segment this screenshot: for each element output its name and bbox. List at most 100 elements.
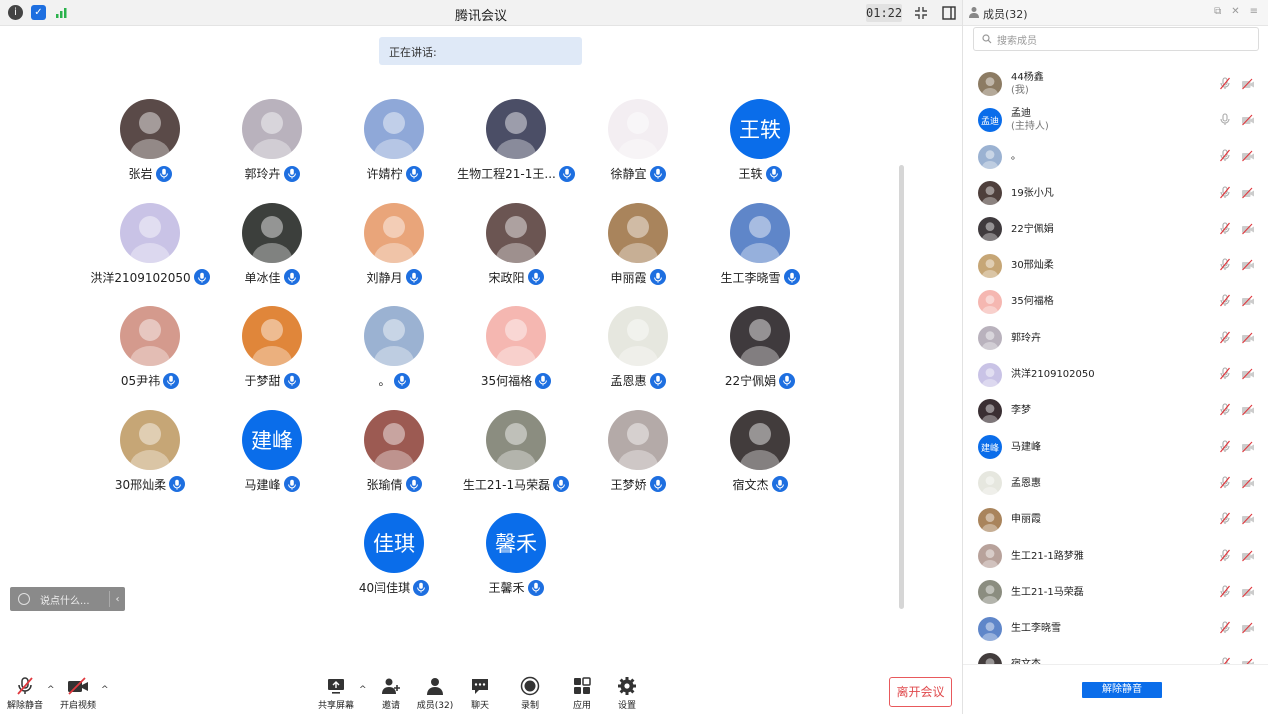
video-off-icon[interactable] <box>1241 75 1255 94</box>
member-row[interactable]: 建峰 马建峰 <box>963 429 1268 465</box>
mic-muted-icon[interactable] <box>1219 510 1231 529</box>
member-row[interactable]: 孟恩惠 <box>963 465 1268 501</box>
video-off-icon[interactable] <box>1241 184 1255 203</box>
settings-button[interactable]: 设置 <box>602 676 652 711</box>
video-off-icon[interactable] <box>1241 547 1255 566</box>
participant-tile[interactable]: 许婧柠 <box>324 96 464 192</box>
participant-tile[interactable]: 35何福格 <box>446 303 586 399</box>
mic-muted-icon[interactable] <box>1219 292 1231 311</box>
participant-tile[interactable]: 05尹祎 <box>80 303 220 399</box>
participant-tile[interactable]: 30邢灿柔 <box>80 407 220 503</box>
quick-chat-input[interactable]: 说点什么... ‹ <box>10 587 125 611</box>
pop-out-icon[interactable]: ⧉ <box>1214 6 1221 17</box>
mic-muted-icon[interactable] <box>1219 147 1231 166</box>
participant-tile[interactable]: 孟恩惠 <box>568 303 708 399</box>
participant-tile[interactable]: 于梦甜 <box>202 303 342 399</box>
member-row[interactable]: 宿文杰 <box>963 647 1268 664</box>
participant-tile[interactable]: 宋政阳 <box>446 200 586 296</box>
grid-scrollbar[interactable] <box>899 165 904 609</box>
participant-name: 孟恩惠 <box>610 374 647 388</box>
participant-tile[interactable]: 王梦娇 <box>568 407 708 503</box>
mic-muted-icon[interactable] <box>1219 401 1231 420</box>
video-off-icon[interactable] <box>1241 365 1255 384</box>
member-row[interactable]: 19张小凡 <box>963 175 1268 211</box>
mic-muted-icon[interactable] <box>1219 329 1231 348</box>
participant-tile[interactable]: 申丽霞 <box>568 200 708 296</box>
record-button[interactable]: 录制 <box>505 676 555 711</box>
share-screen-button[interactable]: 共享屏幕 <box>311 676 361 711</box>
member-row[interactable]: 生工21-1路梦雅 <box>963 538 1268 574</box>
mic-muted-icon[interactable] <box>1219 438 1231 457</box>
mic-muted-icon[interactable] <box>1219 365 1231 384</box>
participant-tile[interactable]: 洪洋2109102050 <box>80 200 220 296</box>
members-button[interactable]: 成员(32) <box>410 676 460 711</box>
participant-tile[interactable]: 张岩 <box>80 96 220 192</box>
video-off-icon[interactable] <box>1241 655 1255 664</box>
video-options-caret[interactable]: ^ <box>101 685 109 695</box>
participant-tile[interactable]: 生工李晓雪 <box>690 200 830 296</box>
video-off-icon[interactable] <box>1241 474 1255 493</box>
member-row[interactable]: 22宁佩娟 <box>963 211 1268 247</box>
member-row[interactable]: 洪洋2109102050 <box>963 356 1268 392</box>
mic-muted-icon[interactable] <box>1219 256 1231 275</box>
mic-muted-icon[interactable] <box>1219 547 1231 566</box>
video-off-icon[interactable] <box>1241 401 1255 420</box>
emoji-icon[interactable] <box>18 593 30 605</box>
participant-tile[interactable]: 郭玲卉 <box>202 96 342 192</box>
video-off-icon[interactable] <box>1241 510 1255 529</box>
video-off-icon[interactable] <box>1241 220 1255 239</box>
video-off-icon[interactable] <box>1241 111 1255 130</box>
member-row[interactable]: 孟迪 孟迪 (主持人) <box>963 102 1268 138</box>
unmute-all-button[interactable]: 解除静音 <box>1082 682 1162 698</box>
mic-muted-icon[interactable] <box>1219 474 1231 493</box>
invite-button[interactable]: 邀请 <box>366 676 416 711</box>
mic-muted-icon[interactable] <box>1219 655 1231 664</box>
mic-muted-icon[interactable] <box>1219 75 1231 94</box>
member-row[interactable]: 35何福格 <box>963 284 1268 320</box>
member-row[interactable]: 。 <box>963 139 1268 175</box>
member-row[interactable]: 生工李晓雪 <box>963 610 1268 646</box>
mic-muted-icon[interactable] <box>1219 184 1231 203</box>
video-off-icon[interactable] <box>1241 256 1255 275</box>
participant-tile[interactable]: 生物工程21-1王... <box>446 96 586 192</box>
member-row[interactable]: 44杨鑫 (我) <box>963 66 1268 102</box>
participant-tile[interactable]: 刘静月 <box>324 200 464 296</box>
start-video-button[interactable]: 开启视频 <box>53 676 103 711</box>
video-off-icon[interactable] <box>1241 438 1255 457</box>
participant-tile[interactable]: 宿文杰 <box>690 407 830 503</box>
video-off-icon[interactable] <box>1241 329 1255 348</box>
video-off-icon[interactable] <box>1241 619 1255 638</box>
menu-icon[interactable]: ≡ <box>1250 6 1258 17</box>
unmute-button[interactable]: 解除静音 <box>0 676 50 711</box>
member-row[interactable]: 申丽霞 <box>963 502 1268 538</box>
leave-meeting-button[interactable]: 离开会议 <box>889 677 952 707</box>
participant-tile[interactable]: 徐静宜 <box>568 96 708 192</box>
participant-tile[interactable]: 王轶 王轶 <box>690 96 830 192</box>
collapse-chat-icon[interactable]: ‹ <box>109 591 125 607</box>
mic-muted-icon[interactable] <box>1219 619 1231 638</box>
exit-fullscreen-icon[interactable] <box>912 4 930 22</box>
participant-tile[interactable]: 馨禾 王馨禾 <box>446 510 586 606</box>
participant-tile[interactable]: 佳琪 40闫佳琪 <box>324 510 464 606</box>
mic-icon[interactable] <box>1219 111 1231 130</box>
mic-muted-icon[interactable] <box>1219 220 1231 239</box>
member-row[interactable]: 生工21-1马荣磊 <box>963 574 1268 610</box>
mic-muted-icon[interactable] <box>1219 583 1231 602</box>
participant-tile[interactable]: 建峰 马建峰 <box>202 407 342 503</box>
video-off-icon[interactable] <box>1241 292 1255 311</box>
member-row[interactable]: 郭玲卉 <box>963 320 1268 356</box>
participant-tile[interactable]: 。 <box>324 303 464 399</box>
apps-button[interactable]: 应用 <box>557 676 607 711</box>
member-row[interactable]: 30邢灿柔 <box>963 247 1268 283</box>
sidebar-toggle-icon[interactable] <box>940 4 958 22</box>
member-row[interactable]: 李梦 <box>963 393 1268 429</box>
participant-tile[interactable]: 生工21-1马荣磊 <box>446 407 586 503</box>
participant-tile[interactable]: 单冰佳 <box>202 200 342 296</box>
participant-tile[interactable]: 22宁佩娟 <box>690 303 830 399</box>
participant-tile[interactable]: 张瑜倩 <box>324 407 464 503</box>
video-off-icon[interactable] <box>1241 147 1255 166</box>
chat-button[interactable]: 聊天 <box>455 676 505 711</box>
video-off-icon[interactable] <box>1241 583 1255 602</box>
close-icon[interactable]: ✕ <box>1231 6 1239 17</box>
member-search-input[interactable]: 搜索成员 <box>973 27 1259 51</box>
